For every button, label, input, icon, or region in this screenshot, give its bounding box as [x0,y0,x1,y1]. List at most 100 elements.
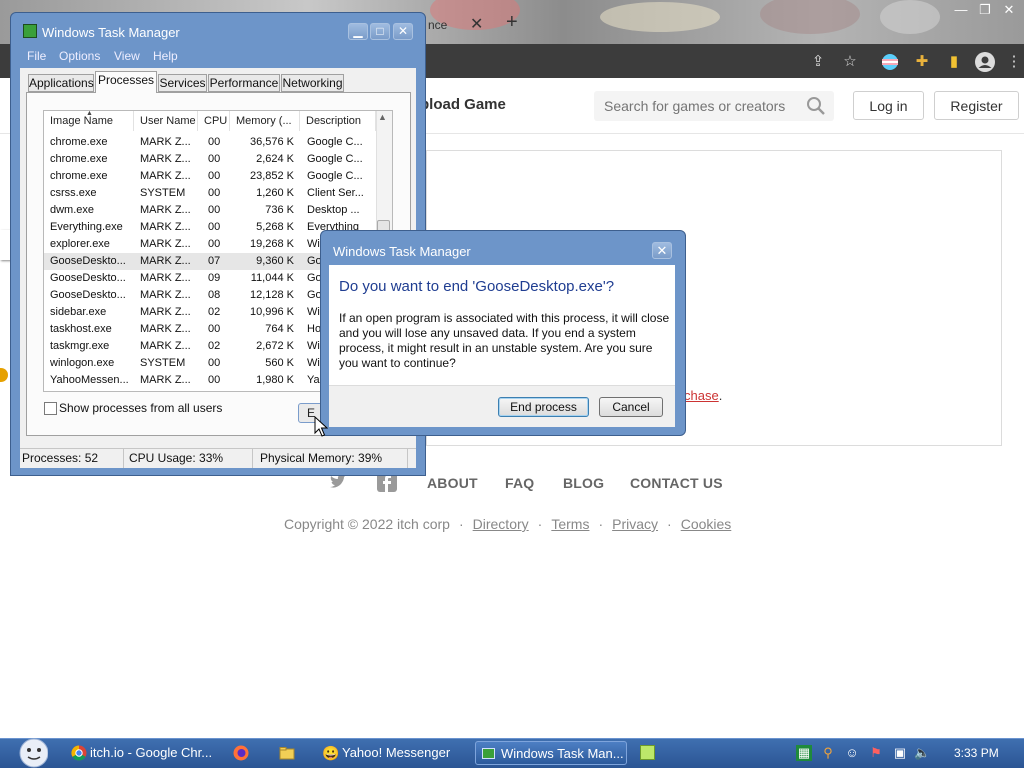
table-row[interactable]: csrss.exe SYSTEM 00 1,260 K Client Ser... [44,185,376,202]
table-row[interactable]: chrome.exe MARK Z... 00 23,852 K Google C... [44,168,376,185]
cell-cpu: 00 [208,153,221,165]
minimize-icon[interactable]: — [952,3,970,17]
cell-mem: 19,268 K [249,238,294,250]
cell-name: sidebar.exe [50,306,107,318]
cell-user: MARK Z... [140,204,191,216]
column-header-user-name[interactable]: User Name [134,111,198,131]
cell-user: MARK Z... [140,323,191,335]
register-button[interactable]: Register [934,91,1019,120]
scroll-up-icon[interactable]: ▲ [378,112,387,122]
cell-name: explorer.exe [50,238,110,250]
privacy-link[interactable]: Privacy [612,516,658,532]
tab-services[interactable]: Services [158,74,207,92]
close-icon[interactable]: ✕ [652,242,672,259]
taskbar-explorer-button[interactable] [276,741,298,765]
cell-cpu: 00 [208,374,221,386]
show-all-processes-checkbox[interactable] [44,402,57,415]
tray-action-center-icon[interactable]: ⚑ [868,745,884,761]
folder-icon [279,747,295,760]
tray-network-icon[interactable]: ▣ [892,745,908,761]
table-row[interactable]: chrome.exe MARK Z... 00 36,576 K Google C... [44,134,376,151]
taskbar-yahoo-button[interactable]: 😀 Yahoo! Messenger [318,741,468,765]
footer-about-link[interactable]: ABOUT [427,475,478,491]
taskbar-clock[interactable]: 3:33 PM [954,746,999,760]
separator: · [598,516,604,532]
tray-search-icon[interactable]: ⚲ [820,745,836,761]
search-icon[interactable] [806,96,826,116]
login-button[interactable]: Log in [853,91,924,120]
cell-name: taskmgr.exe [50,340,110,352]
directory-link[interactable]: Directory [473,516,529,532]
purchase-link-text[interactable]: chase [684,388,719,403]
extension-flag-icon[interactable] [880,52,900,72]
taskbar-task-manager-button[interactable]: Windows Task Man... [475,741,627,765]
bookmark-star-icon[interactable]: ☆ [840,52,860,72]
taskbar-notes-button[interactable] [637,741,659,765]
menu-file[interactable]: File [27,49,46,63]
close-icon[interactable]: ✕ [1000,3,1018,17]
copyright-row: Copyright © 2022 itch corp · Directory · Ter… [284,516,731,532]
cell-mem: 5,268 K [256,221,294,233]
cell-user: SYSTEM [140,357,186,369]
column-header-cpu[interactable]: CPU [198,111,230,131]
search-input[interactable] [602,97,802,115]
tab-processes[interactable]: Processes [95,71,157,93]
chrome-icon [71,745,87,761]
profile-avatar-icon[interactable] [975,52,995,72]
upload-game-link[interactable]: pload Game [420,96,506,113]
tab-networking[interactable]: Networking [281,74,344,92]
menu-help[interactable]: Help [153,49,178,63]
end-process-confirm-button[interactable]: End process [498,397,589,417]
browser-tab-title[interactable]: nce [428,18,447,32]
column-header-memory[interactable]: Memory (... [230,111,300,131]
taskbar-firefox-button[interactable] [230,741,252,765]
footer-faq-link[interactable]: FAQ [505,475,534,491]
menu-view[interactable]: View [114,49,140,63]
terms-link[interactable]: Terms [551,516,589,532]
side-panel-icon[interactable]: ▮ [944,52,964,72]
tab-applications[interactable]: Applications [28,74,94,92]
cell-desc: Google C... [307,136,363,148]
taskbar-chrome-button[interactable]: itch.io - Google Chr... [66,741,226,765]
menu-kebab-icon[interactable]: ⋮ [1004,52,1024,72]
cell-desc: Desktop ... [307,204,360,216]
extensions-puzzle-icon[interactable]: ✚ [912,52,932,72]
cell-name: YahooMessen... [50,374,129,386]
minimize-icon[interactable]: ▁ [348,23,368,40]
cell-user: MARK Z... [140,153,191,165]
column-header-description[interactable]: Description [300,111,376,131]
table-row[interactable]: dwm.exe MARK Z... 00 736 K Desktop ... [44,202,376,219]
cell-desc: Client Ser... [307,187,364,199]
cell-user: MARK Z... [140,136,191,148]
cell-cpu: 02 [208,306,221,318]
share-icon[interactable]: ⇪ [808,52,828,72]
cancel-button[interactable]: Cancel [599,397,663,417]
cell-mem: 736 K [265,204,294,216]
start-button-icon[interactable] [8,738,48,768]
cell-mem: 10,996 K [249,306,294,318]
separator: · [667,516,672,532]
tray-volume-icon[interactable]: 🔈 [914,745,930,761]
tray-smiley-icon[interactable]: ☺ [844,745,860,761]
close-icon[interactable]: ✕ [393,23,413,40]
dialog-message: If an open program is associated with th… [339,311,670,370]
maximize-icon[interactable]: □ [370,23,390,40]
close-tab-icon[interactable]: ✕ [470,14,483,34]
cell-user: MARK Z... [140,289,191,301]
cell-mem: 2,672 K [256,340,294,352]
table-row[interactable]: chrome.exe MARK Z... 00 2,624 K Google C... [44,151,376,168]
tray-app-icon[interactable]: ▦ [796,745,812,761]
show-all-processes-label[interactable]: Show processes from all users [59,401,222,415]
new-tab-icon[interactable]: + [506,11,518,34]
footer-blog-link[interactable]: BLOG [563,475,604,491]
footer-contact-link[interactable]: CONTACT US [630,475,723,491]
purchase-link[interactable]: chase. [684,388,722,403]
maximize-icon[interactable]: ❐ [976,3,994,17]
copyright-text: Copyright © 2022 itch corp [284,516,450,532]
cookies-link[interactable]: Cookies [681,516,732,532]
search-field[interactable] [594,91,834,121]
cell-name: csrss.exe [50,187,97,199]
cell-mem: 764 K [265,323,294,335]
tab-performance[interactable]: Performance [208,74,280,92]
menu-options[interactable]: Options [59,49,100,63]
